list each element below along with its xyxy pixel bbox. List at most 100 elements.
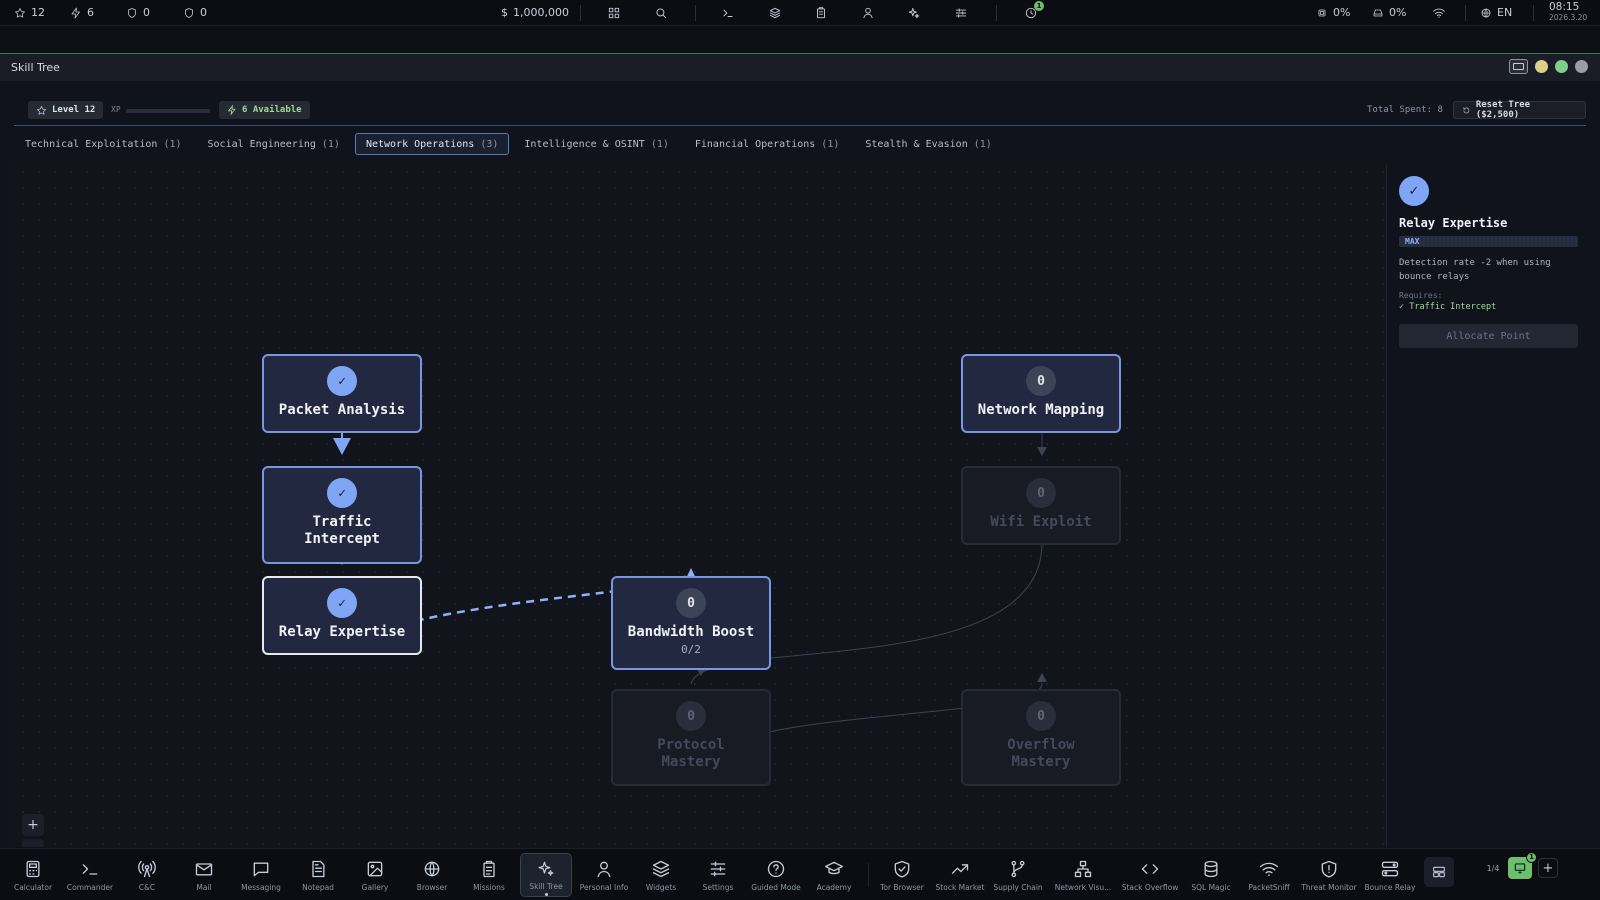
trend-up-icon: [951, 864, 969, 874]
dock-app-notepad[interactable]: Notepad: [292, 853, 344, 897]
dock-app-label: Gallery: [361, 883, 389, 892]
dock-app-skill-tree[interactable]: Skill Tree: [520, 853, 572, 897]
terminal-icon[interactable]: [720, 5, 736, 21]
language-selector[interactable]: EN: [1480, 6, 1512, 19]
image-icon: [367, 861, 383, 877]
close-button[interactable]: [1575, 60, 1588, 73]
zoom-out-button[interactable]: −: [22, 839, 44, 847]
tab-social-engineering[interactable]: Social Engineering (1): [197, 133, 351, 155]
node-status-icon: ✓: [327, 478, 357, 508]
sparkles-icon[interactable]: [906, 5, 922, 21]
dock-app-c-c[interactable]: C&C: [121, 853, 173, 897]
category-tabs: Technical Exploitation (1) Social Engineer…: [14, 133, 1003, 157]
dock-app-stack-overflow[interactable]: Stack Overflow: [1122, 853, 1178, 897]
user-icon[interactable]: [860, 5, 876, 21]
xp-progress-bar: [126, 109, 210, 113]
desktop-pager: 1/4 1 +: [1482, 851, 1583, 885]
skill-node-packet-analysis[interactable]: ✓ Packet Analysis: [262, 354, 422, 433]
dock-app-messaging[interactable]: Messaging: [235, 853, 287, 897]
desktop-thumbnail[interactable]: 1: [1508, 852, 1537, 879]
tab-technical-exploitation[interactable]: Technical Exploitation (1): [14, 133, 193, 155]
dock-app-label: Mail: [196, 883, 212, 892]
terminal-icon: [82, 864, 98, 875]
node-status-icon: ✓: [327, 588, 357, 618]
skill-node-overflow-mastery[interactable]: 0 Overflow Mastery: [961, 689, 1121, 786]
dock-app-threat-monitor[interactable]: Threat Monitor: [1301, 853, 1357, 897]
tab-intelligence-osint[interactable]: Intelligence & OSINT (1): [513, 133, 679, 155]
zoom-in-button[interactable]: +: [22, 814, 44, 836]
dock-app-label: PacketSniff: [1248, 883, 1290, 892]
dock-app-commander[interactable]: Commander: [64, 853, 116, 897]
dock-app-network-visu[interactable]: Network Visu...: [1055, 853, 1111, 897]
dock-app-packetsniff[interactable]: PacketSniff: [1243, 853, 1295, 897]
dock-app-label: Notepad: [302, 883, 334, 892]
clock: 08:15 2026.3.20: [1549, 1, 1588, 22]
skill-node-relay-expertise[interactable]: ✓ Relay Expertise: [262, 576, 422, 655]
dock-app-settings[interactable]: Settings: [692, 853, 744, 897]
bolt-icon: [71, 7, 80, 18]
tab-network-operations[interactable]: Network Operations (3): [354, 133, 510, 155]
reset-tree-button[interactable]: Reset Tree ($2,500): [1453, 100, 1586, 120]
grid-icon[interactable]: [606, 5, 622, 21]
dock-app-label: Widgets: [645, 883, 677, 892]
dock-app-academy[interactable]: Academy: [808, 853, 860, 897]
window-titlebar[interactable]: Skill Tree: [0, 54, 1600, 81]
dock-app-widgets[interactable]: Widgets: [635, 853, 687, 897]
skill-node-traffic-intercept[interactable]: ✓ Traffic Intercept: [262, 466, 422, 564]
dock-app-label: SQL Magic: [1191, 883, 1231, 892]
dock-app-label: Tor Browser: [880, 883, 924, 892]
dock-app-calculator[interactable]: Calculator: [7, 853, 59, 897]
available-points-badge: 6 Available: [219, 101, 310, 119]
dock-app-gallery[interactable]: Gallery: [349, 853, 401, 897]
reset-icon: [1463, 106, 1470, 113]
dock-app-label: Settings: [702, 883, 734, 892]
separator: [1465, 5, 1466, 21]
dock-app-sql-magic[interactable]: SQL Magic: [1185, 853, 1237, 897]
dock-app-guided-mode[interactable]: Guided Mode: [750, 853, 802, 897]
dock-app-mail[interactable]: Mail: [178, 853, 230, 897]
workspace-switcher-button[interactable]: [1424, 857, 1454, 887]
antenna-icon: [138, 860, 156, 878]
skill-tree-canvas[interactable]: ✓ Packet Analysis ✓ Traffic Intercept ✓ …: [15, 164, 1386, 847]
tab-label: Intelligence & OSINT: [524, 138, 645, 150]
skill-node-bandwidth-boost[interactable]: 0 Bandwidth Boost 0/2: [611, 576, 771, 670]
monitor-icon: [1514, 863, 1526, 874]
clipboard-icon[interactable]: [813, 5, 829, 21]
tab-count: (1): [650, 138, 669, 150]
screenshot-icon[interactable]: [1509, 59, 1528, 74]
dock-app-label: Stock Market: [935, 883, 985, 892]
notifications-icon[interactable]: 1: [1023, 1, 1044, 21]
skill-node-wifi-exploit[interactable]: 0 Wifi Exploit: [961, 466, 1121, 545]
minimize-button[interactable]: [1535, 60, 1548, 73]
dock-app-browser[interactable]: Browser: [406, 853, 458, 897]
skill-description: Detection rate -2 when using bounce rela…: [1399, 258, 1551, 282]
dock-app-tor-browser[interactable]: Tor Browser: [876, 853, 928, 897]
sliders-icon[interactable]: [953, 5, 969, 21]
add-desktop-button[interactable]: +: [1538, 858, 1558, 878]
shield-stat-b: 0: [183, 6, 207, 19]
node-name: Packet Analysis: [278, 402, 406, 418]
tab-stealth-evasion[interactable]: Stealth & Evasion (1): [854, 133, 1002, 155]
dock-app-personal-info[interactable]: Personal Info: [578, 853, 630, 897]
skill-node-protocol-mastery[interactable]: 0 Protocol Mastery: [611, 689, 771, 786]
allocate-point-button[interactable]: Allocate Point: [1399, 324, 1578, 348]
shield-stat-a: 0: [126, 6, 150, 19]
dock-app-missions[interactable]: Missions: [463, 853, 515, 897]
notification-badge: 1: [1034, 1, 1044, 11]
shield-check-icon: [894, 860, 910, 878]
dock-app-stock-market[interactable]: Stock Market: [934, 853, 986, 897]
dock-app-label: Bounce Relay: [1364, 883, 1416, 892]
wifi-icon[interactable]: [1431, 5, 1447, 21]
maximize-button[interactable]: [1555, 60, 1568, 73]
layers-icon[interactable]: [767, 5, 783, 21]
node-name: Relay Expertise: [278, 624, 406, 640]
dock-app-supply-chain[interactable]: Supply Chain: [992, 853, 1044, 897]
dock-app-label: Supply Chain: [993, 883, 1043, 892]
dock-app-bounce-relay[interactable]: Bounce Relay: [1364, 853, 1416, 897]
dock-app-label: Commander: [66, 883, 114, 892]
search-icon[interactable]: [653, 5, 669, 21]
tab-count: (1): [821, 138, 840, 150]
check-icon: ✓: [1399, 176, 1429, 206]
skill-node-network-mapping[interactable]: 0 Network Mapping: [961, 354, 1121, 433]
tab-financial-operations[interactable]: Financial Operations (1): [684, 133, 850, 155]
